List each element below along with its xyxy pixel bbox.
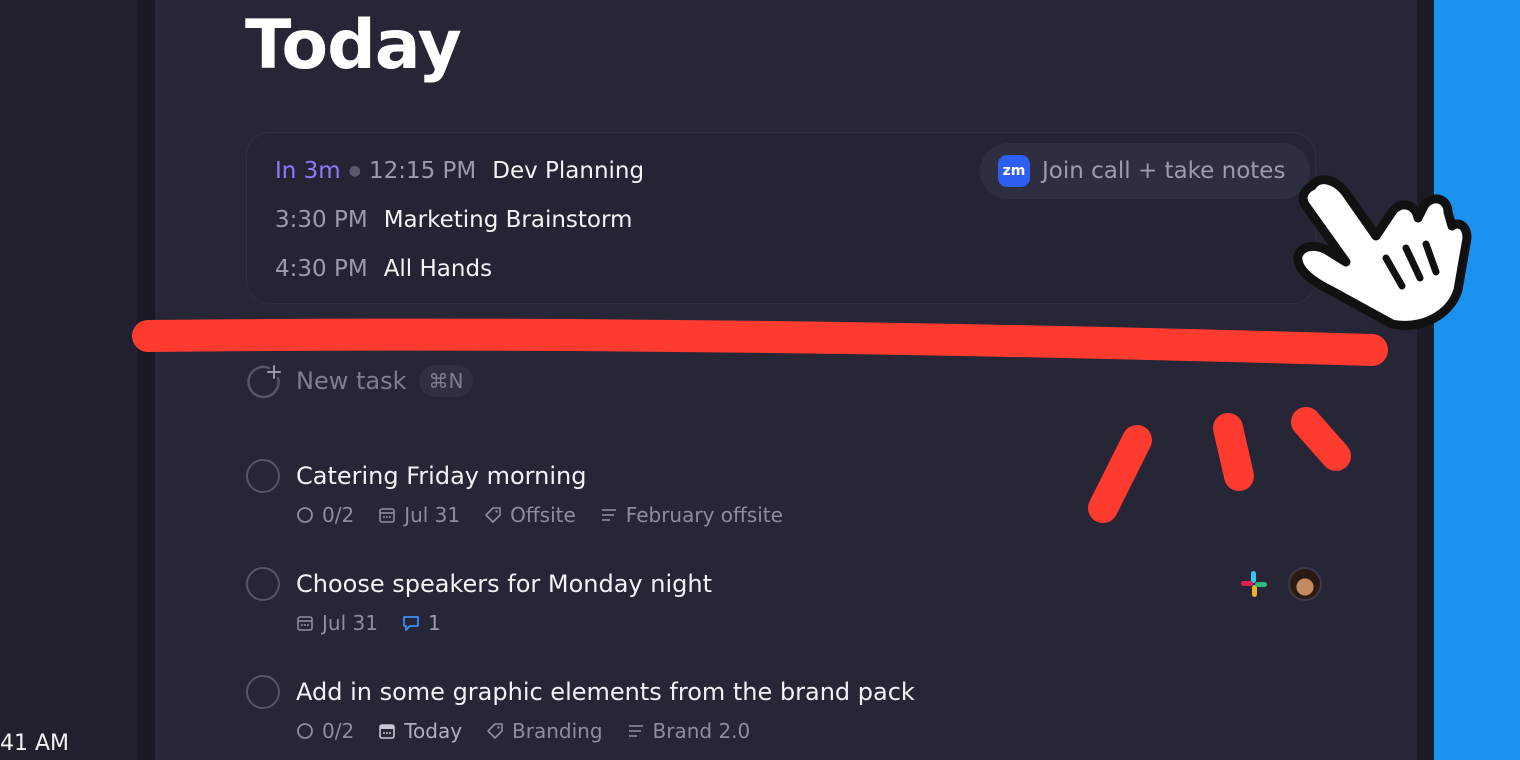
- task-row[interactable]: Add in some graphic elements from the br…: [246, 675, 1326, 755]
- meeting-countdown: In 3m: [275, 158, 341, 184]
- due-date: Jul 31: [322, 611, 378, 635]
- task-row[interactable]: Catering Friday morning 0/2 Jul 31 Offsi…: [246, 459, 1326, 539]
- date-meta: Jul 31: [378, 503, 460, 527]
- tag-meta[interactable]: Offsite: [484, 503, 576, 527]
- left-divider: [137, 0, 155, 760]
- meeting-title: All Hands: [383, 256, 493, 282]
- app-window: 41 AM Today In 3m ● 12:15 PM Dev Plannin…: [0, 0, 1520, 760]
- upcoming-meetings-card: In 3m ● 12:15 PM Dev Planning 3:30 PM Ma…: [246, 132, 1316, 304]
- project-meta[interactable]: February offsite: [600, 503, 783, 527]
- meeting-row[interactable]: 4:30 PM All Hands: [275, 251, 492, 287]
- tag-icon: [485, 507, 501, 523]
- task-title[interactable]: Catering Friday morning: [296, 459, 586, 493]
- meeting-title: Dev Planning: [492, 158, 645, 184]
- join-call-label: Join call + take notes: [1042, 158, 1286, 184]
- task-title[interactable]: Choose speakers for Monday night: [296, 567, 712, 601]
- comment-icon: [403, 616, 419, 631]
- join-call-button[interactable]: zm Join call + take notes: [980, 143, 1310, 199]
- subtask-circle-icon: [297, 723, 313, 739]
- task-checkbox[interactable]: [246, 675, 280, 709]
- tag-label: Offsite: [510, 503, 576, 527]
- subtask-circle-icon: [297, 507, 313, 523]
- project-lines-icon: [601, 509, 616, 521]
- tag-icon: [487, 723, 503, 739]
- subtasks-meta: 0/2: [296, 719, 354, 743]
- calendar-icon: [379, 724, 395, 739]
- subtasks-count: 0/2: [322, 719, 355, 743]
- task-title[interactable]: Add in some graphic elements from the br…: [296, 675, 915, 709]
- task-meta: 0/2 Today Branding Brand 2.0: [296, 719, 774, 743]
- project-label: Brand 2.0: [652, 719, 751, 743]
- meeting-time: 4:30 PM: [275, 256, 368, 282]
- project-meta[interactable]: Brand 2.0: [627, 719, 751, 743]
- page-title: Today: [245, 6, 462, 85]
- clock-text: 41 AM: [0, 731, 70, 756]
- calendar-icon: [297, 616, 313, 631]
- subtasks-meta: 0/2: [296, 503, 354, 527]
- tag-label: Branding: [512, 719, 603, 743]
- meeting-title: Marketing Brainstorm: [383, 207, 633, 233]
- task-row[interactable]: Choose speakers for Monday night Jul 31 …: [246, 567, 1326, 647]
- project-label: February offsite: [625, 503, 783, 527]
- comments-meta[interactable]: 1: [402, 611, 441, 635]
- date-meta: Today: [378, 719, 462, 743]
- shortcut-badge: ⌘N: [418, 365, 474, 397]
- tag-meta[interactable]: Branding: [486, 719, 603, 743]
- right-divider: [1417, 0, 1434, 760]
- subtasks-count: 0/2: [322, 503, 355, 527]
- task-meta: Jul 31 1: [296, 611, 465, 635]
- meeting-time: 12:15 PM: [368, 158, 477, 184]
- task-checkbox[interactable]: [246, 567, 280, 601]
- left-sidebar-strip: [0, 0, 137, 760]
- calendar-icon: [379, 508, 395, 523]
- meeting-time: 3:30 PM: [275, 207, 368, 233]
- slack-icon[interactable]: [1238, 568, 1270, 600]
- new-task-button[interactable]: New task ⌘N: [246, 364, 474, 399]
- new-task-plus-icon: [246, 364, 281, 399]
- date-meta: Jul 31: [296, 611, 378, 635]
- zoom-icon: zm: [998, 155, 1030, 187]
- new-task-label: New task: [296, 367, 407, 395]
- task-meta: 0/2 Jul 31 Offsite February offsite: [296, 503, 807, 527]
- separator-dot-icon: ●: [348, 163, 361, 179]
- task-checkbox[interactable]: [246, 459, 280, 493]
- comments-count: 1: [427, 611, 441, 635]
- due-date: Jul 31: [404, 503, 461, 527]
- task-integrations: [1238, 567, 1322, 601]
- project-lines-icon: [628, 725, 643, 737]
- blue-side-panel: [1434, 0, 1520, 760]
- avatar[interactable]: [1288, 567, 1322, 601]
- meeting-row[interactable]: 3:30 PM Marketing Brainstorm: [275, 202, 632, 238]
- meeting-row[interactable]: In 3m ● 12:15 PM Dev Planning: [275, 153, 644, 189]
- due-date: Today: [404, 719, 463, 743]
